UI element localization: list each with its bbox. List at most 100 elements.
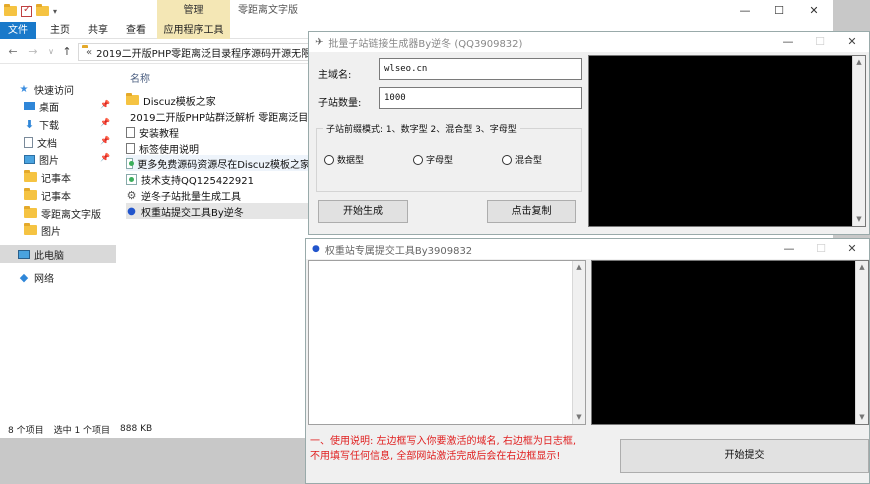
column-header-name[interactable]: 名称	[130, 70, 150, 85]
paw-icon: ●	[312, 244, 320, 254]
textarea-scrollbar[interactable]: ▲ ▼	[572, 261, 585, 424]
file-name: 安装教程	[139, 128, 179, 140]
desktop-background	[0, 438, 310, 484]
manage-context-tab[interactable]: 管理	[157, 0, 230, 22]
tab-view[interactable]: 查看	[120, 22, 152, 39]
radio-mixed-type[interactable]: 混合型	[502, 153, 542, 166]
domain-list-textarea[interactable]: ▲ ▼	[308, 260, 586, 425]
up-arrow-icon[interactable]: ↑	[60, 44, 74, 60]
copy-button[interactable]: 点击复制	[487, 200, 576, 223]
start-submit-button[interactable]: 开始提交	[620, 439, 869, 473]
radio-label: 字母型	[426, 156, 454, 166]
text-file-icon	[126, 126, 135, 138]
forward-arrow-icon[interactable]: →	[26, 44, 40, 60]
file-name: 标签使用说明	[139, 144, 199, 156]
start-generate-button[interactable]: 开始生成	[318, 200, 408, 223]
recent-locations-icon[interactable]: ∨	[44, 44, 58, 60]
tab-share[interactable]: 共享	[82, 22, 114, 39]
nav-label: 记事本	[41, 191, 71, 203]
submit-log-box[interactable]: ▲ ▼	[591, 260, 869, 425]
file-row[interactable]: 2019二开版PHP站群泛解析 零距离泛目...	[126, 108, 310, 124]
radio-circle[interactable]	[502, 154, 512, 165]
quick-access-toolbar: ▾	[4, 4, 57, 18]
nav-item-pictures-folder[interactable]: 图片	[0, 221, 116, 239]
close-button[interactable]: ✕	[797, 0, 831, 22]
radio-letter-type[interactable]: 字母型	[413, 153, 453, 166]
tab-application-tools[interactable]: 应用程序工具	[157, 22, 230, 39]
scroll-down-icon[interactable]: ▼	[573, 411, 585, 424]
generator-output-box[interactable]: ▲ ▼	[588, 55, 866, 227]
file-row[interactable]: ● 权重站提交工具By逆冬	[126, 203, 310, 219]
minimize-button[interactable]: —	[771, 32, 805, 52]
file-row[interactable]: Discuz模板之家	[126, 92, 310, 108]
folder-icon	[24, 170, 37, 182]
nav-item-notepad[interactable]: 记事本	[0, 168, 116, 186]
file-row[interactable]: 标签使用说明	[126, 140, 310, 156]
radio-circle[interactable]	[324, 154, 334, 165]
customize-toolbar-icon[interactable]: ▾	[53, 7, 57, 16]
breadcrumb-path[interactable]: 2019二开版PHP零距离泛目录程序源码开源无限制	[96, 45, 309, 60]
tab-home[interactable]: 主页	[44, 22, 76, 39]
paw-icon: ●	[127, 205, 136, 217]
file-row[interactable]: 更多免费源码资源尽在Discuz模板之家	[126, 155, 310, 171]
minimize-button[interactable]: —	[772, 239, 806, 259]
output-scrollbar[interactable]: ▲ ▼	[852, 56, 865, 226]
properties-icon[interactable]	[21, 4, 32, 17]
folder-icon	[24, 223, 37, 235]
explorer-title-bar: ▾ 管理 零距离文字版 — ☐ ✕	[0, 0, 833, 22]
pin-icon: 📌	[100, 153, 110, 162]
file-name: 技术支持QQ125422921	[141, 175, 255, 187]
weight-site-submit-window: ● 权重站专属提交工具By3909832 — ☐ ✕ ▲ ▼ ▲ ▼ 一、使用说…	[305, 238, 870, 484]
nav-this-pc[interactable]: 此电脑	[0, 245, 116, 263]
scroll-up-icon[interactable]: ▲	[856, 261, 868, 274]
file-name: Discuz模板之家	[143, 96, 216, 108]
address-bar[interactable]: « 2019二开版PHP零距离泛目录程序源码开源无限制	[78, 43, 310, 61]
radio-circle[interactable]	[413, 154, 423, 165]
scroll-down-icon[interactable]: ▼	[853, 213, 865, 226]
scroll-up-icon[interactable]: ▲	[573, 261, 585, 274]
nav-item-pictures[interactable]: 图片 📌	[0, 150, 116, 168]
nav-quick-access[interactable]: ★ 快速访问	[0, 80, 116, 98]
file-list: 名称 Discuz模板之家 2019二开版PHP站群泛解析 零距离泛目... 安…	[116, 64, 310, 420]
web-shortcut-icon	[126, 173, 137, 185]
scroll-down-icon[interactable]: ▼	[856, 411, 868, 424]
maximize-button[interactable]: ☐	[803, 32, 837, 52]
gear-icon: ⚙	[126, 188, 137, 202]
domain-label: 主域名:	[318, 70, 352, 81]
minimize-button[interactable]: —	[728, 0, 762, 22]
pin-icon: 📌	[100, 100, 110, 109]
count-input[interactable]: 1000	[379, 87, 582, 109]
generator-title-bar: ✈ 批量子站链接生成器By逆冬 (QQ3909832) — ☐ ✕	[309, 32, 869, 52]
nav-item-downloads[interactable]: ⬇ 下载 📌	[0, 115, 116, 133]
nav-label: 此电脑	[34, 250, 64, 262]
network-icon: ◆	[19, 270, 29, 284]
breadcrumb-overflow-icon[interactable]: «	[86, 47, 92, 58]
new-folder-icon[interactable]	[36, 4, 49, 16]
desktop-icon	[24, 102, 35, 110]
nav-item-documents[interactable]: 文档 📌	[0, 133, 116, 151]
nav-item-notepad-2[interactable]: 记事本	[0, 186, 116, 204]
maximize-button[interactable]: ☐	[804, 239, 838, 259]
text-file-icon	[126, 142, 135, 154]
back-arrow-icon[interactable]: ←	[6, 44, 20, 60]
nav-item-desktop[interactable]: 桌面 📌	[0, 97, 116, 115]
file-name: 权重站提交工具By逆冬	[141, 207, 244, 219]
domain-input[interactable]: wlseo.cn	[379, 58, 582, 80]
folder-icon[interactable]	[4, 4, 17, 16]
file-row[interactable]: 安装教程	[126, 124, 310, 140]
file-row[interactable]: ⚙ 逆冬子站批量生成工具	[126, 187, 310, 203]
file-name: 2019二开版PHP站群泛解析 零距离泛目...	[130, 112, 310, 124]
scroll-up-icon[interactable]: ▲	[853, 56, 865, 69]
file-row[interactable]: 技术支持QQ125422921	[126, 171, 310, 187]
nav-network[interactable]: ◆ 网络	[0, 268, 116, 286]
log-scrollbar[interactable]: ▲ ▼	[855, 261, 868, 424]
close-button[interactable]: ✕	[835, 32, 869, 52]
tab-file[interactable]: 文件	[0, 22, 36, 39]
close-button[interactable]: ✕	[835, 239, 869, 259]
nav-item-lingjuli[interactable]: 零距离文字版	[0, 204, 116, 222]
usage-instructions: 一、使用说明: 左边框写入你要激活的域名, 右边框为日志框, 不用填写任何信息,…	[310, 434, 610, 464]
selected-size: 888 KB	[120, 424, 153, 434]
folder-icon	[24, 188, 37, 200]
maximize-button[interactable]: ☐	[762, 0, 796, 22]
radio-number-type[interactable]: 数据型	[324, 153, 364, 166]
